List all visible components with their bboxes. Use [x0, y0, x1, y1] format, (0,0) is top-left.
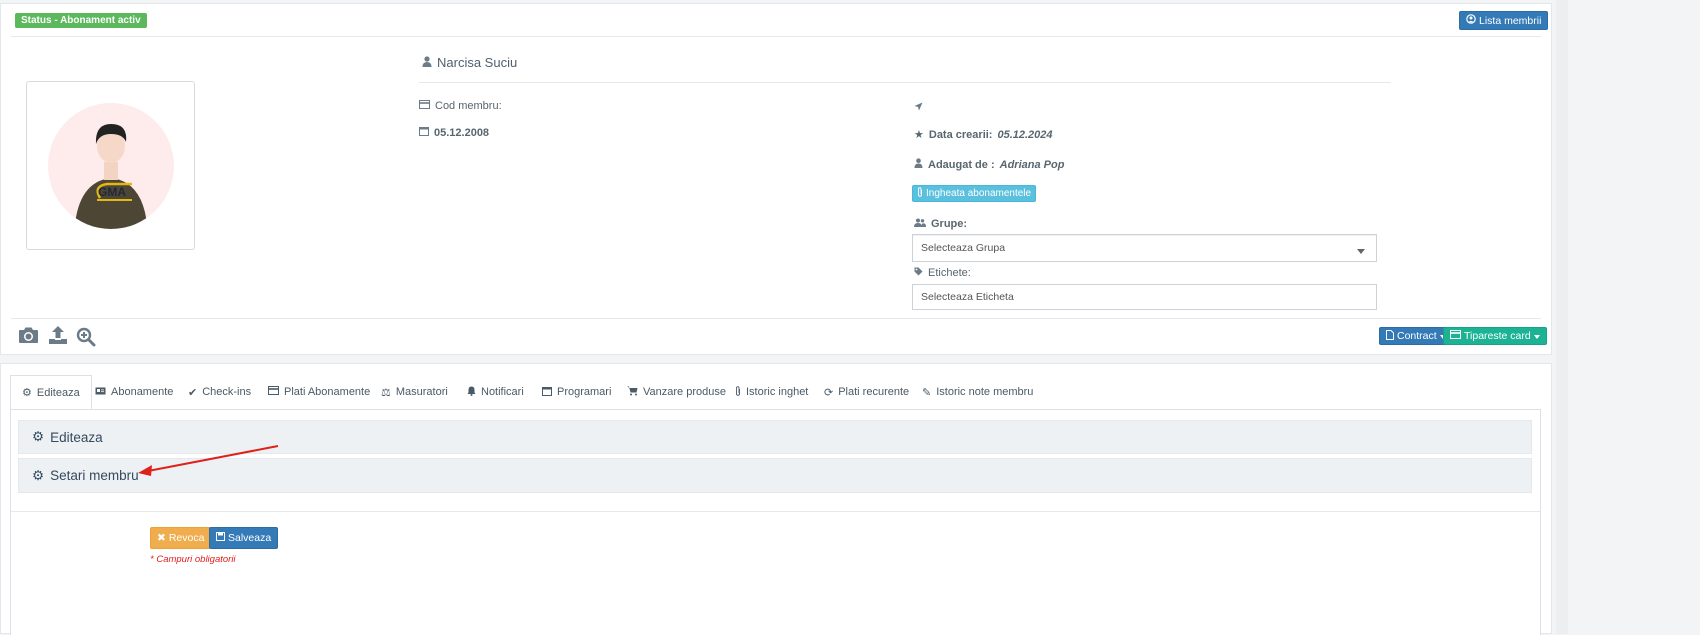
tags-input-value: Selecteaza Eticheta: [921, 291, 1014, 303]
tab-abonamente[interactable]: Abonamente: [95, 375, 173, 409]
member-code-label: Cod membru:: [435, 100, 502, 112]
birth-date-value: 05.12.2008: [434, 126, 490, 139]
freeze-subscriptions-button[interactable]: Ingheata abonamentele: [912, 185, 1037, 202]
caret-down-icon: [1533, 330, 1540, 342]
gear-icon: ⚙: [22, 387, 32, 399]
tags-label: Etichete:: [928, 267, 971, 279]
page-scrollbar[interactable]: [1556, 0, 1568, 634]
tab-masuratori[interactable]: ⚖ Masuratori: [381, 375, 448, 409]
required-fields-note: * Campuri obligatorii: [150, 554, 236, 565]
credit-card-icon: [268, 386, 279, 398]
save-icon: [216, 532, 225, 544]
credit-card-icon: [419, 100, 430, 112]
location-icon: [914, 100, 923, 114]
calendar-icon: [419, 126, 429, 139]
avatar-logo-text: GMA: [98, 185, 126, 199]
tab-istoric-note-membru[interactable]: ✎ Istoric note membru: [922, 375, 1033, 409]
added-by-row: Adaugat de : Adriana Pop: [914, 158, 1064, 171]
created-date-row: ★ Data crearii: 05.12.2024: [914, 129, 1053, 141]
added-by-label: Adaugat de :: [928, 158, 995, 171]
zoom-in-icon[interactable]: [76, 327, 96, 350]
annotation-arrow: [138, 445, 279, 476]
id-card-icon: [95, 386, 106, 398]
user-icon: [422, 55, 432, 70]
avatar: GMA: [48, 103, 174, 229]
member-name-text: Narcisa Suciu: [437, 55, 518, 70]
status-badge: Status - Abonament activ: [15, 13, 147, 28]
users-icon: [914, 218, 926, 230]
user-circle-icon: [1466, 14, 1476, 27]
contract-button[interactable]: Contract: [1379, 327, 1453, 345]
credit-card-icon: [1450, 330, 1461, 342]
tab-plati-abonamente[interactable]: Plati Abonamente: [268, 375, 370, 409]
chevron-down-icon: [1357, 245, 1365, 257]
paperclip-icon: [735, 385, 741, 399]
birth-date-row: 05.12.2008: [419, 126, 489, 139]
tab-check-ins[interactable]: ✔ Check-ins: [188, 375, 251, 409]
header-divider: [11, 36, 1541, 37]
balance-icon: ⚖: [381, 386, 391, 399]
tab-editeaza[interactable]: ⚙ Editeaza: [10, 375, 92, 410]
created-value: 05.12.2024: [997, 129, 1053, 141]
pencil-icon: ✎: [922, 386, 932, 399]
camera-icon[interactable]: [18, 326, 39, 347]
tab-istoric-inghet[interactable]: Istoric inghet: [735, 375, 808, 409]
calendar-icon: [542, 386, 552, 399]
groups-select[interactable]: Selecteaza Grupa: [912, 234, 1377, 262]
save-button[interactable]: Salveaza: [209, 527, 279, 549]
close-icon: ✖: [157, 532, 166, 544]
upload-icon[interactable]: [48, 325, 68, 348]
cancel-button[interactable]: ✖ Revoca: [150, 527, 212, 549]
tab-programari[interactable]: Programari: [542, 375, 611, 409]
file-icon: [1386, 329, 1394, 343]
tab-notificari[interactable]: Notificari: [467, 375, 524, 409]
gear-icon: ⚙: [32, 429, 45, 444]
tabs-bar: ⚙ Editeaza Abonamente ✔ Check-ins Plati …: [10, 375, 1540, 410]
refresh-icon: ⟳: [824, 386, 834, 399]
added-by-value: Adriana Pop: [999, 158, 1065, 171]
tags-input[interactable]: Selecteaza Eticheta: [912, 284, 1377, 310]
member-name: Narcisa Suciu: [422, 55, 517, 70]
tab-vanzare-produse[interactable]: Vanzare produse: [627, 375, 726, 409]
check-icon: ✔: [188, 386, 198, 399]
star-icon: ★: [914, 128, 924, 141]
created-label: Data crearii:: [928, 129, 993, 141]
avatar-frame: GMA: [26, 81, 195, 250]
member-code-row: Cod membru:: [419, 100, 502, 112]
form-divider: [11, 511, 1540, 512]
groups-label-row: Grupe:: [914, 218, 967, 230]
tab-plati-recurente[interactable]: ⟳ Plati recurente: [824, 375, 909, 409]
groups-select-value: Selecteaza Grupa: [921, 242, 1006, 254]
bottom-divider: [11, 318, 1541, 319]
bell-icon: [467, 386, 476, 399]
tag-icon: [914, 267, 923, 279]
profile-panel: Status - Abonament activ Lista membrii G…: [0, 3, 1552, 355]
user-icon: [914, 158, 923, 171]
gear-icon: ⚙: [32, 467, 45, 483]
print-card-button[interactable]: Tipareste card: [1443, 327, 1547, 345]
tags-label-row: Etichete:: [914, 267, 971, 279]
members-list-button[interactable]: Lista membrii: [1459, 11, 1549, 30]
name-divider: [419, 82, 1391, 83]
groups-label: Grupe:: [931, 218, 968, 230]
paperclip-icon: [917, 187, 923, 200]
cart-icon: [627, 386, 638, 399]
tabs-panel: ⚙ Editeaza Abonamente ✔ Check-ins Plati …: [0, 363, 1552, 635]
